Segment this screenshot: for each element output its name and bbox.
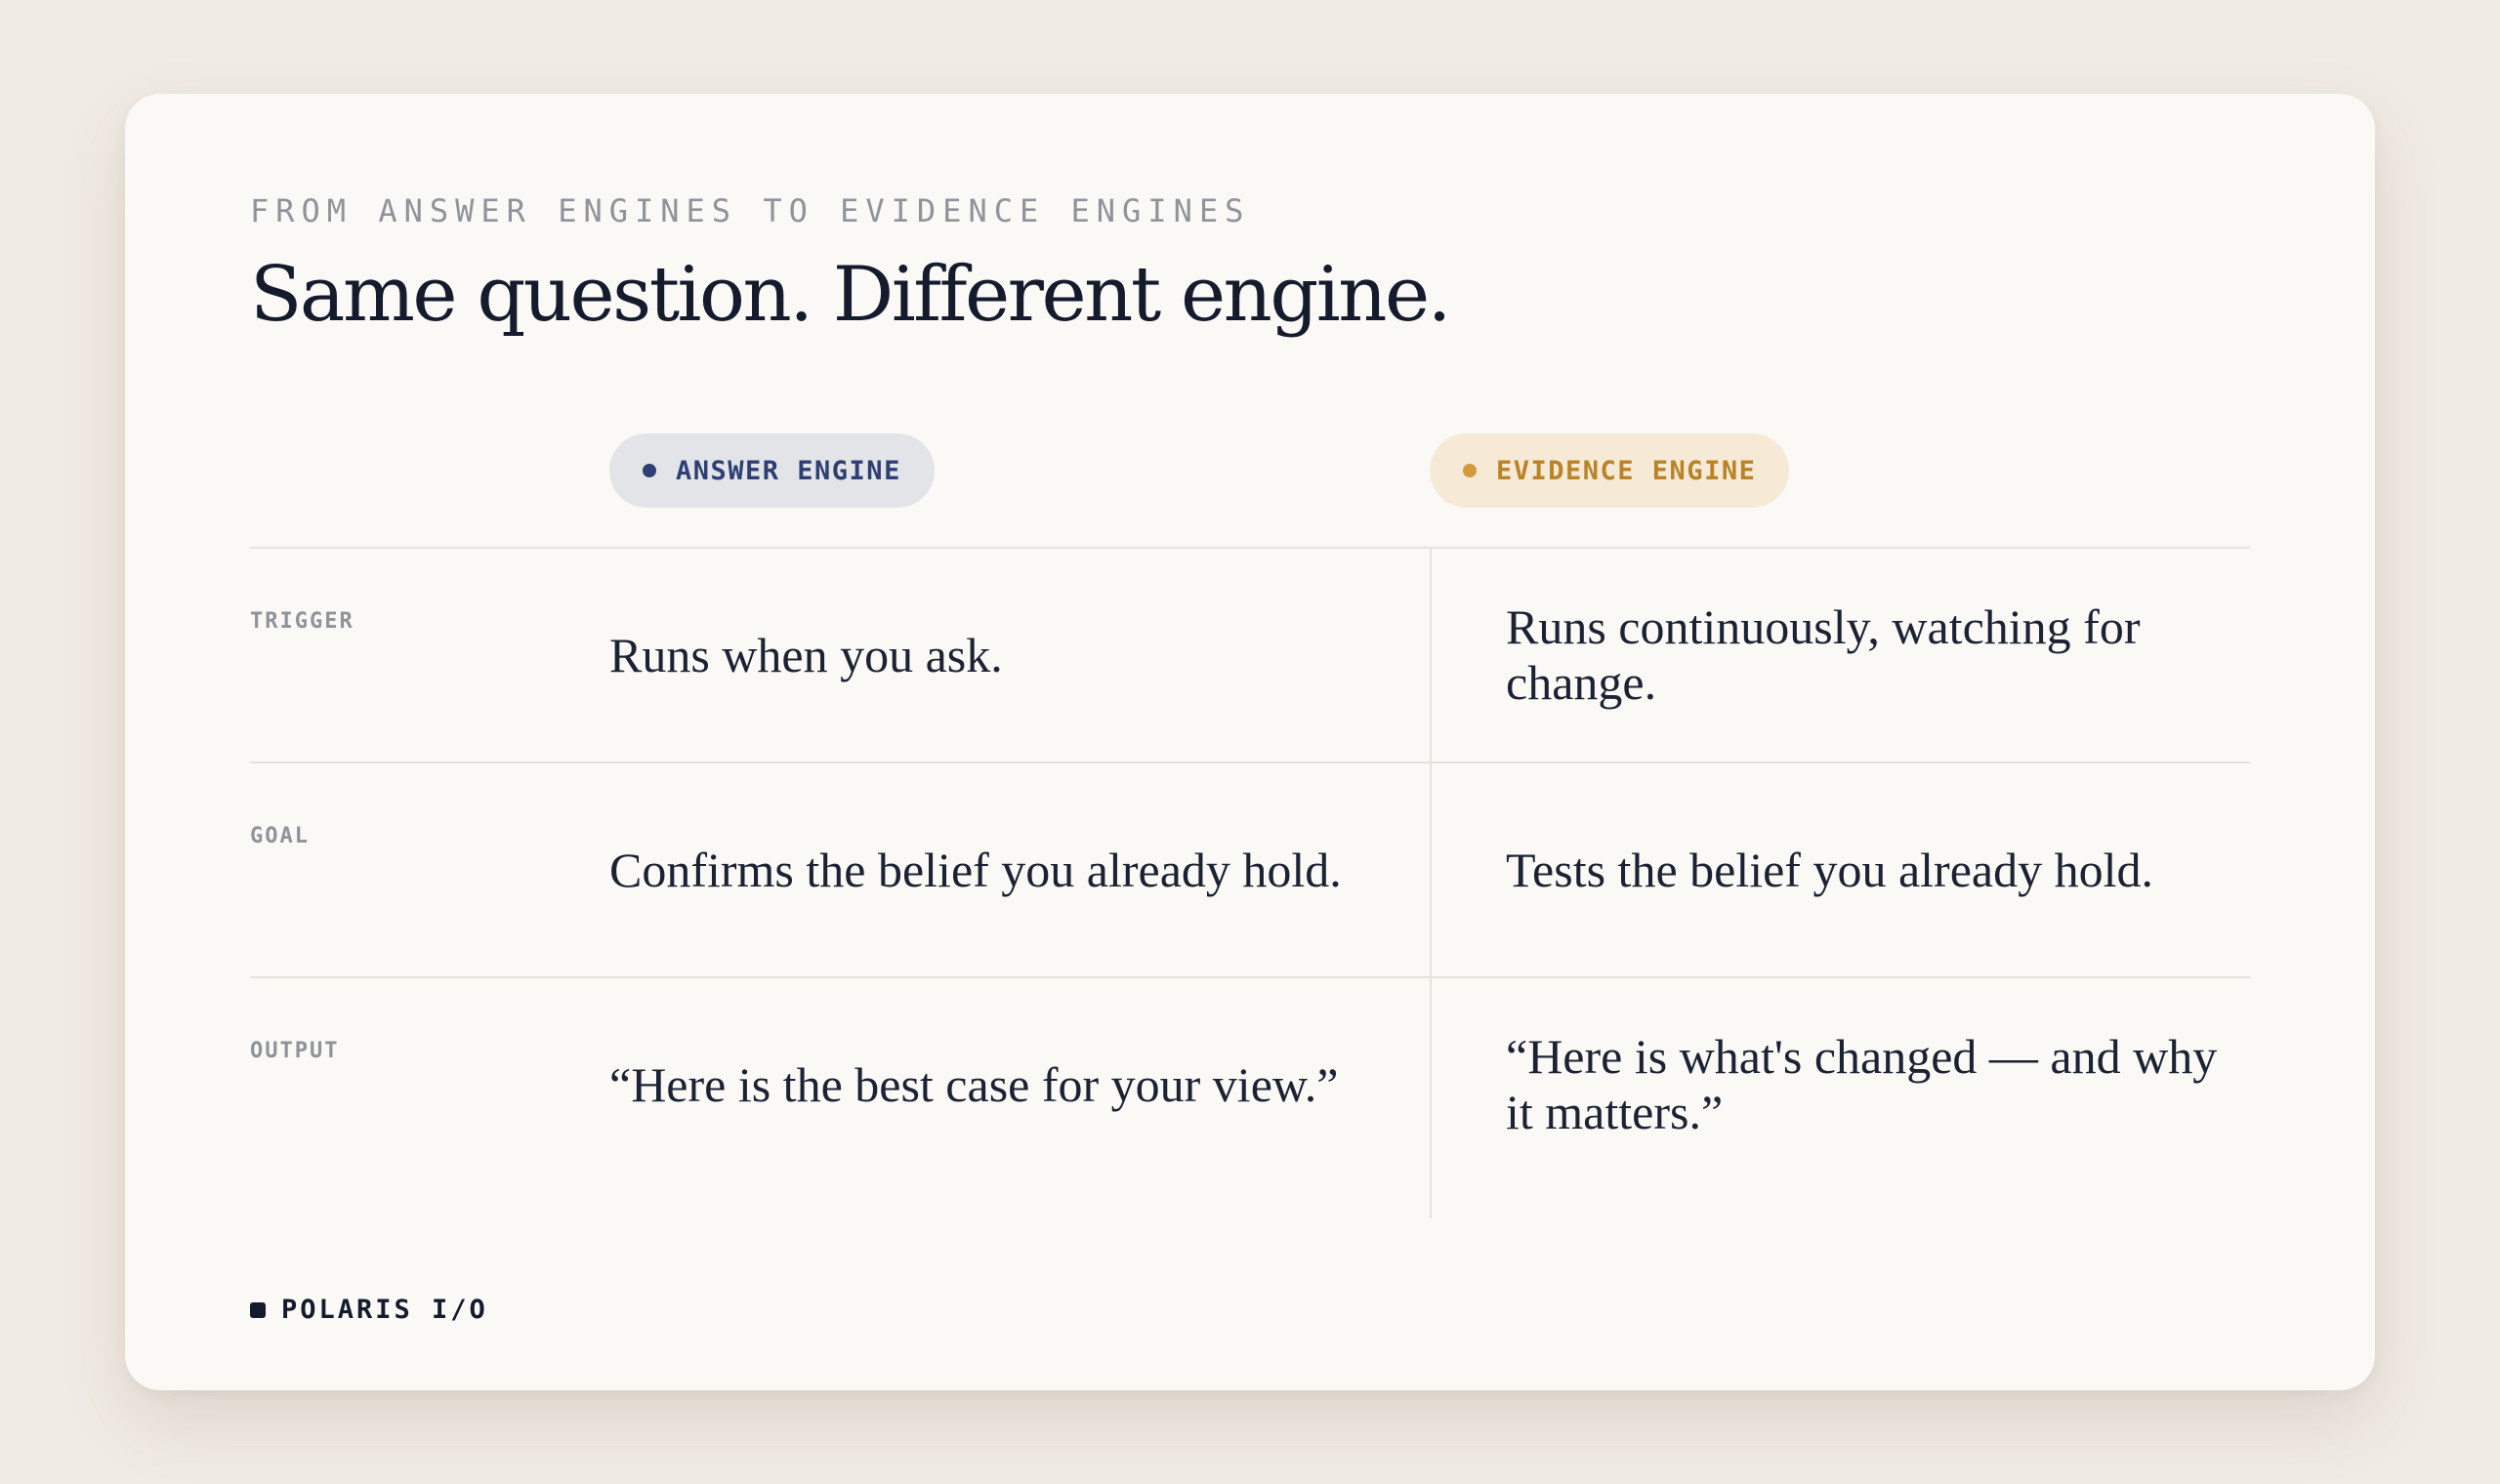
cell-text: Runs when you ask. <box>609 627 1003 682</box>
row-label-trigger: TRIGGER <box>250 609 354 634</box>
cell-text: “Here is what's changed — and why it mat… <box>1506 1029 2218 1139</box>
cell-output-evidence: “Here is what's changed — and why it mat… <box>1506 978 2248 1191</box>
cell-trigger-answer: Runs when you ask. <box>609 549 1352 762</box>
answer-engine-label: ANSWER ENGINE <box>676 455 901 486</box>
evidence-dot-icon <box>1463 464 1477 477</box>
square-logo-icon <box>250 1301 266 1318</box>
slide-card: FROM ANSWER ENGINES TO EVIDENCE ENGINES … <box>125 94 2375 1390</box>
footer-brand: POLARIS I/O <box>250 1297 488 1323</box>
cell-text: Confirms the belief you already hold. <box>609 842 1342 897</box>
slide-title: Same question. Different engine. <box>250 251 1451 339</box>
answer-engine-pill: ANSWER ENGINE <box>609 433 935 508</box>
evidence-engine-pill: EVIDENCE ENGINE <box>1430 433 1790 508</box>
cell-trigger-evidence: Runs continuously, watching for change. <box>1506 549 2248 762</box>
eyebrow-text: FROM ANSWER ENGINES TO EVIDENCE ENGINES <box>250 192 1251 229</box>
cell-goal-evidence: Tests the belief you already hold. <box>1506 763 2248 976</box>
cell-text: Tests the belief you already hold. <box>1506 842 2153 897</box>
cell-output-answer: “Here is the best case for your view.” <box>609 978 1352 1191</box>
cell-goal-answer: Confirms the belief you already hold. <box>609 763 1352 976</box>
cell-text: Runs continuously, watching for change. <box>1506 599 2141 710</box>
cell-text: “Here is the best case for your view.” <box>609 1056 1339 1112</box>
brand-name: POLARIS I/O <box>281 1295 488 1325</box>
answer-dot-icon <box>643 464 656 477</box>
column-divider <box>1430 547 1432 1218</box>
row-label-output: OUTPUT <box>250 1039 340 1063</box>
row-label-goal: GOAL <box>250 824 310 848</box>
evidence-engine-label: EVIDENCE ENGINE <box>1496 455 1757 486</box>
